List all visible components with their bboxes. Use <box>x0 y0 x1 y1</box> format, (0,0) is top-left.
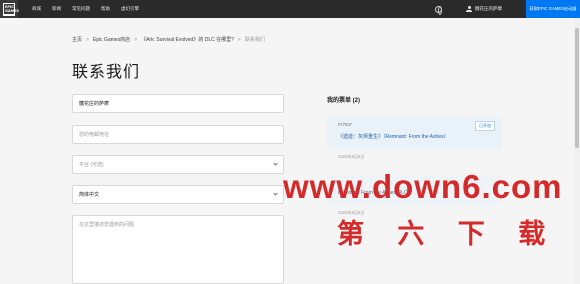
chevron-down-icon <box>273 191 278 196</box>
ticket-item[interactable]: #77637 已开启 《遗迹：灰烬重生》（Remnant: From the A… <box>327 117 502 149</box>
language-select[interactable]: 简体中文 <box>72 185 284 204</box>
nav-item-store[interactable]: 商城 <box>32 6 41 12</box>
platform-placeholder: 平台 (可选) <box>79 162 104 168</box>
ticket-subject[interactable]: 《遗迹：灰烬重生》（Remnant: From the Ashes） <box>338 133 449 140</box>
name-field[interactable]: 糖花庄的萨摩 <box>72 94 284 113</box>
epic-logo-mark: EPIC GAMES <box>3 2 19 16</box>
nav-right: 糖花庄的萨摩 获取EPIC GAMES启动器 <box>435 0 580 18</box>
nav-item-unreal[interactable]: 虚幻引擎 <box>121 6 139 12</box>
name-field-value: 糖花庄的萨摩 <box>79 101 110 107</box>
breadcrumb-separator: > <box>86 36 89 43</box>
watermark-text: 第 六 下 载 <box>337 219 558 250</box>
user-name: 糖花庄的萨摩 <box>475 6 502 11</box>
chevron-down-icon <box>273 161 278 166</box>
breadcrumb: 主页 > Epic Games商店 > 《Ark: Survival Evolv… <box>72 36 265 44</box>
email-placeholder: 您的电邮地址 <box>79 132 110 138</box>
message-textarea[interactable]: 在这里描述您遇到的问题 <box>72 215 284 284</box>
breadcrumb-separator: > <box>134 36 138 43</box>
status-badge: 已开启 <box>475 121 495 131</box>
ticket-id: #77637 <box>338 122 352 127</box>
page-title: 联系我们 <box>72 64 141 81</box>
top-nav: EPIC GAMES 商城 新闻 常见问题 帮助 虚幻引擎 糖花庄的萨摩 获取E… <box>0 0 580 18</box>
language-value: 简体中文 <box>79 192 100 198</box>
nav-item-faq[interactable]: 常见问题 <box>72 6 90 12</box>
nav-item-help[interactable]: 帮助 <box>101 6 110 12</box>
nav-items: 商城 新闻 常见问题 帮助 虚幻引擎 <box>32 6 139 12</box>
breadcrumb-separator: > <box>237 36 241 43</box>
globe-icon[interactable] <box>435 5 442 15</box>
message-placeholder: 在这里描述您遇到的问题 <box>79 222 135 228</box>
user-menu[interactable]: 糖花庄的萨摩 <box>466 6 502 12</box>
nav-item-news[interactable]: 新闻 <box>52 6 61 12</box>
breadcrumb-home[interactable]: 主页 <box>72 36 82 43</box>
ticket-date: 2020年8月6日 <box>338 154 365 159</box>
watermark-url: www.down6.com <box>283 168 563 205</box>
email-field[interactable]: 您的电邮地址 <box>72 125 284 144</box>
get-launcher-button[interactable]: 获取EPIC GAMES启动器 <box>526 0 580 18</box>
platform-select[interactable]: 平台 (可选) <box>72 155 284 174</box>
breadcrumb-store[interactable]: Epic Games商店 <box>93 36 130 43</box>
scrollbar-thumb[interactable] <box>575 28 579 148</box>
epic-logo[interactable]: EPIC GAMES <box>0 0 19 18</box>
breadcrumb-article[interactable]: 《Ark: Survival Evolved》的 DLC 在哪里? <box>141 36 234 43</box>
tickets-title: 我的票单 (2) <box>327 98 361 104</box>
ticket-date: 2020年8月6日 <box>338 210 365 215</box>
scrollbar[interactable] <box>574 18 580 284</box>
breadcrumb-current: 联系我们 <box>244 37 265 43</box>
user-icon <box>466 6 472 12</box>
